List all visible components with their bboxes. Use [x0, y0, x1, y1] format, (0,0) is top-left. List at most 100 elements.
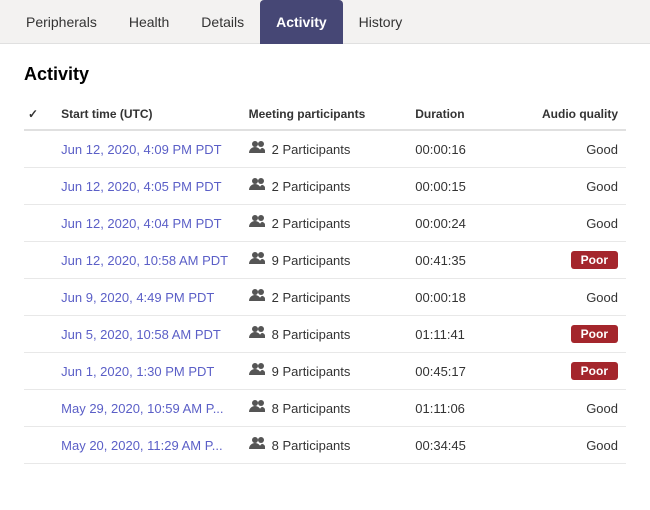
participants-count: 9 Participants [272, 253, 351, 268]
row-participants: 2 Participants [241, 205, 408, 242]
row-check [24, 390, 53, 427]
participants-count: 8 Participants [272, 401, 351, 416]
participants-count: 2 Participants [272, 179, 351, 194]
start-time-link[interactable]: May 20, 2020, 11:29 AM P... [61, 438, 222, 453]
quality-badge-good: Good [586, 438, 618, 453]
col-duration: Duration [407, 101, 511, 130]
col-quality: Audio quality [511, 101, 626, 130]
row-participants: 2 Participants [241, 130, 408, 168]
start-time-link[interactable]: Jun 12, 2020, 4:09 PM PDT [61, 142, 221, 157]
row-duration: 00:41:35 [407, 242, 511, 279]
table-row[interactable]: Jun 12, 2020, 4:04 PM PDT 2 Participants 0… [24, 205, 626, 242]
row-duration: 00:45:17 [407, 353, 511, 390]
row-duration: 01:11:06 [407, 390, 511, 427]
participants-icon [249, 399, 267, 417]
row-participants: 9 Participants [241, 242, 408, 279]
row-check [24, 242, 53, 279]
row-check [24, 205, 53, 242]
row-quality: Good [511, 168, 626, 205]
row-duration: 00:00:18 [407, 279, 511, 316]
table-row[interactable]: Jun 12, 2020, 4:09 PM PDT 2 Participants 0… [24, 130, 626, 168]
row-check [24, 353, 53, 390]
tab-health[interactable]: Health [113, 0, 185, 44]
tab-details[interactable]: Details [185, 0, 260, 44]
row-duration: 00:00:24 [407, 205, 511, 242]
start-time-link[interactable]: Jun 1, 2020, 1:30 PM PDT [61, 364, 214, 379]
row-quality: Poor [511, 242, 626, 279]
tab-peripherals[interactable]: Peripherals [10, 0, 113, 44]
row-participants: 8 Participants [241, 316, 408, 353]
start-time-link[interactable]: May 29, 2020, 10:59 AM P... [61, 401, 223, 416]
quality-badge-poor: Poor [571, 362, 618, 380]
page-title: Activity [24, 64, 626, 85]
participants-icon [249, 140, 267, 158]
quality-badge-good: Good [586, 401, 618, 416]
quality-badge-good: Good [586, 216, 618, 231]
participants-icon [249, 436, 267, 454]
table-header-row: ✓ Start time (UTC) Meeting participants … [24, 101, 626, 130]
start-time-link[interactable]: Jun 5, 2020, 10:58 AM PDT [61, 327, 221, 342]
col-start-time: Start time (UTC) [53, 101, 240, 130]
row-quality: Poor [511, 353, 626, 390]
row-participants: 9 Participants [241, 353, 408, 390]
participants-icon [249, 214, 267, 232]
row-participants: 8 Participants [241, 427, 408, 464]
participants-count: 8 Participants [272, 327, 351, 342]
row-check [24, 427, 53, 464]
row-check [24, 168, 53, 205]
checkmark-icon: ✓ [28, 107, 38, 121]
row-check [24, 130, 53, 168]
start-time-link[interactable]: Jun 12, 2020, 10:58 AM PDT [61, 253, 228, 268]
row-start-time[interactable]: Jun 5, 2020, 10:58 AM PDT [53, 316, 240, 353]
quality-badge-good: Good [586, 179, 618, 194]
participants-count: 2 Participants [272, 142, 351, 157]
start-time-link[interactable]: Jun 9, 2020, 4:49 PM PDT [61, 290, 214, 305]
start-time-link[interactable]: Jun 12, 2020, 4:04 PM PDT [61, 216, 221, 231]
row-duration: 00:00:15 [407, 168, 511, 205]
quality-badge-good: Good [586, 142, 618, 157]
row-quality: Good [511, 427, 626, 464]
quality-badge-poor: Poor [571, 325, 618, 343]
tab-bar: Peripherals Health Details Activity Hist… [0, 0, 650, 44]
col-check: ✓ [24, 101, 53, 130]
row-start-time[interactable]: Jun 12, 2020, 10:58 AM PDT [53, 242, 240, 279]
table-row[interactable]: Jun 5, 2020, 10:58 AM PDT 8 Participants 0… [24, 316, 626, 353]
tab-activity[interactable]: Activity [260, 0, 343, 44]
participants-icon [249, 325, 267, 343]
participants-count: 8 Participants [272, 438, 351, 453]
row-duration: 00:00:16 [407, 130, 511, 168]
table-row[interactable]: May 29, 2020, 10:59 AM P... 8 Participant… [24, 390, 626, 427]
participants-icon [249, 177, 267, 195]
row-quality: Good [511, 279, 626, 316]
row-check [24, 316, 53, 353]
quality-badge-good: Good [586, 290, 618, 305]
participants-count: 2 Participants [272, 290, 351, 305]
row-start-time[interactable]: Jun 12, 2020, 4:04 PM PDT [53, 205, 240, 242]
row-start-time[interactable]: Jun 12, 2020, 4:09 PM PDT [53, 130, 240, 168]
participants-count: 9 Participants [272, 364, 351, 379]
table-row[interactable]: Jun 12, 2020, 4:05 PM PDT 2 Participants 0… [24, 168, 626, 205]
row-participants: 8 Participants [241, 390, 408, 427]
table-row[interactable]: Jun 1, 2020, 1:30 PM PDT 9 Participants 00… [24, 353, 626, 390]
row-start-time[interactable]: Jun 9, 2020, 4:49 PM PDT [53, 279, 240, 316]
tab-history[interactable]: History [343, 0, 419, 44]
table-row[interactable]: Jun 9, 2020, 4:49 PM PDT 2 Participants 00… [24, 279, 626, 316]
table-row[interactable]: Jun 12, 2020, 10:58 AM PDT 9 Participants… [24, 242, 626, 279]
row-participants: 2 Participants [241, 279, 408, 316]
row-start-time[interactable]: Jun 1, 2020, 1:30 PM PDT [53, 353, 240, 390]
row-check [24, 279, 53, 316]
row-start-time[interactable]: May 20, 2020, 11:29 AM P... [53, 427, 240, 464]
row-participants: 2 Participants [241, 168, 408, 205]
quality-badge-poor: Poor [571, 251, 618, 269]
participants-icon [249, 251, 267, 269]
table-row[interactable]: May 20, 2020, 11:29 AM P... 8 Participant… [24, 427, 626, 464]
row-start-time[interactable]: Jun 12, 2020, 4:05 PM PDT [53, 168, 240, 205]
start-time-link[interactable]: Jun 12, 2020, 4:05 PM PDT [61, 179, 221, 194]
participants-icon [249, 362, 267, 380]
participants-count: 2 Participants [272, 216, 351, 231]
row-start-time[interactable]: May 29, 2020, 10:59 AM P... [53, 390, 240, 427]
row-quality: Good [511, 130, 626, 168]
row-quality: Good [511, 390, 626, 427]
row-duration: 01:11:41 [407, 316, 511, 353]
row-quality: Poor [511, 316, 626, 353]
